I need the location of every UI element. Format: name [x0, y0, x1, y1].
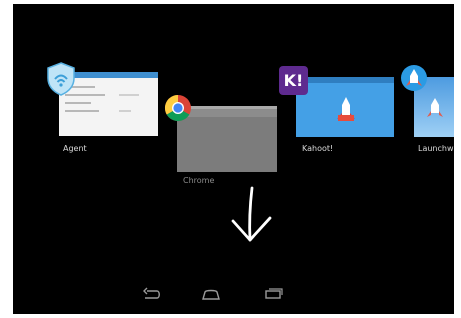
rocket-icon [401, 65, 427, 91]
launcher-label: Launchw [418, 144, 454, 153]
recents-icon[interactable] [262, 287, 284, 301]
shield-wifi-icon [47, 62, 75, 96]
kahoot-label: Kahoot! [302, 144, 334, 153]
chrome-icon [164, 94, 191, 122]
kahoot-icon: K! [279, 66, 308, 95]
back-icon[interactable] [140, 287, 162, 301]
recents-screen: Agent Chrome K! Kahoot! Launchw [13, 4, 454, 314]
chrome-label: Chrome [183, 176, 215, 185]
down-arrow-icon [231, 186, 272, 242]
chrome-thumbnail[interactable] [177, 106, 277, 172]
agent-label: Agent [63, 144, 87, 153]
home-icon[interactable] [200, 287, 222, 301]
kahoot-thumbnail[interactable] [296, 77, 394, 137]
